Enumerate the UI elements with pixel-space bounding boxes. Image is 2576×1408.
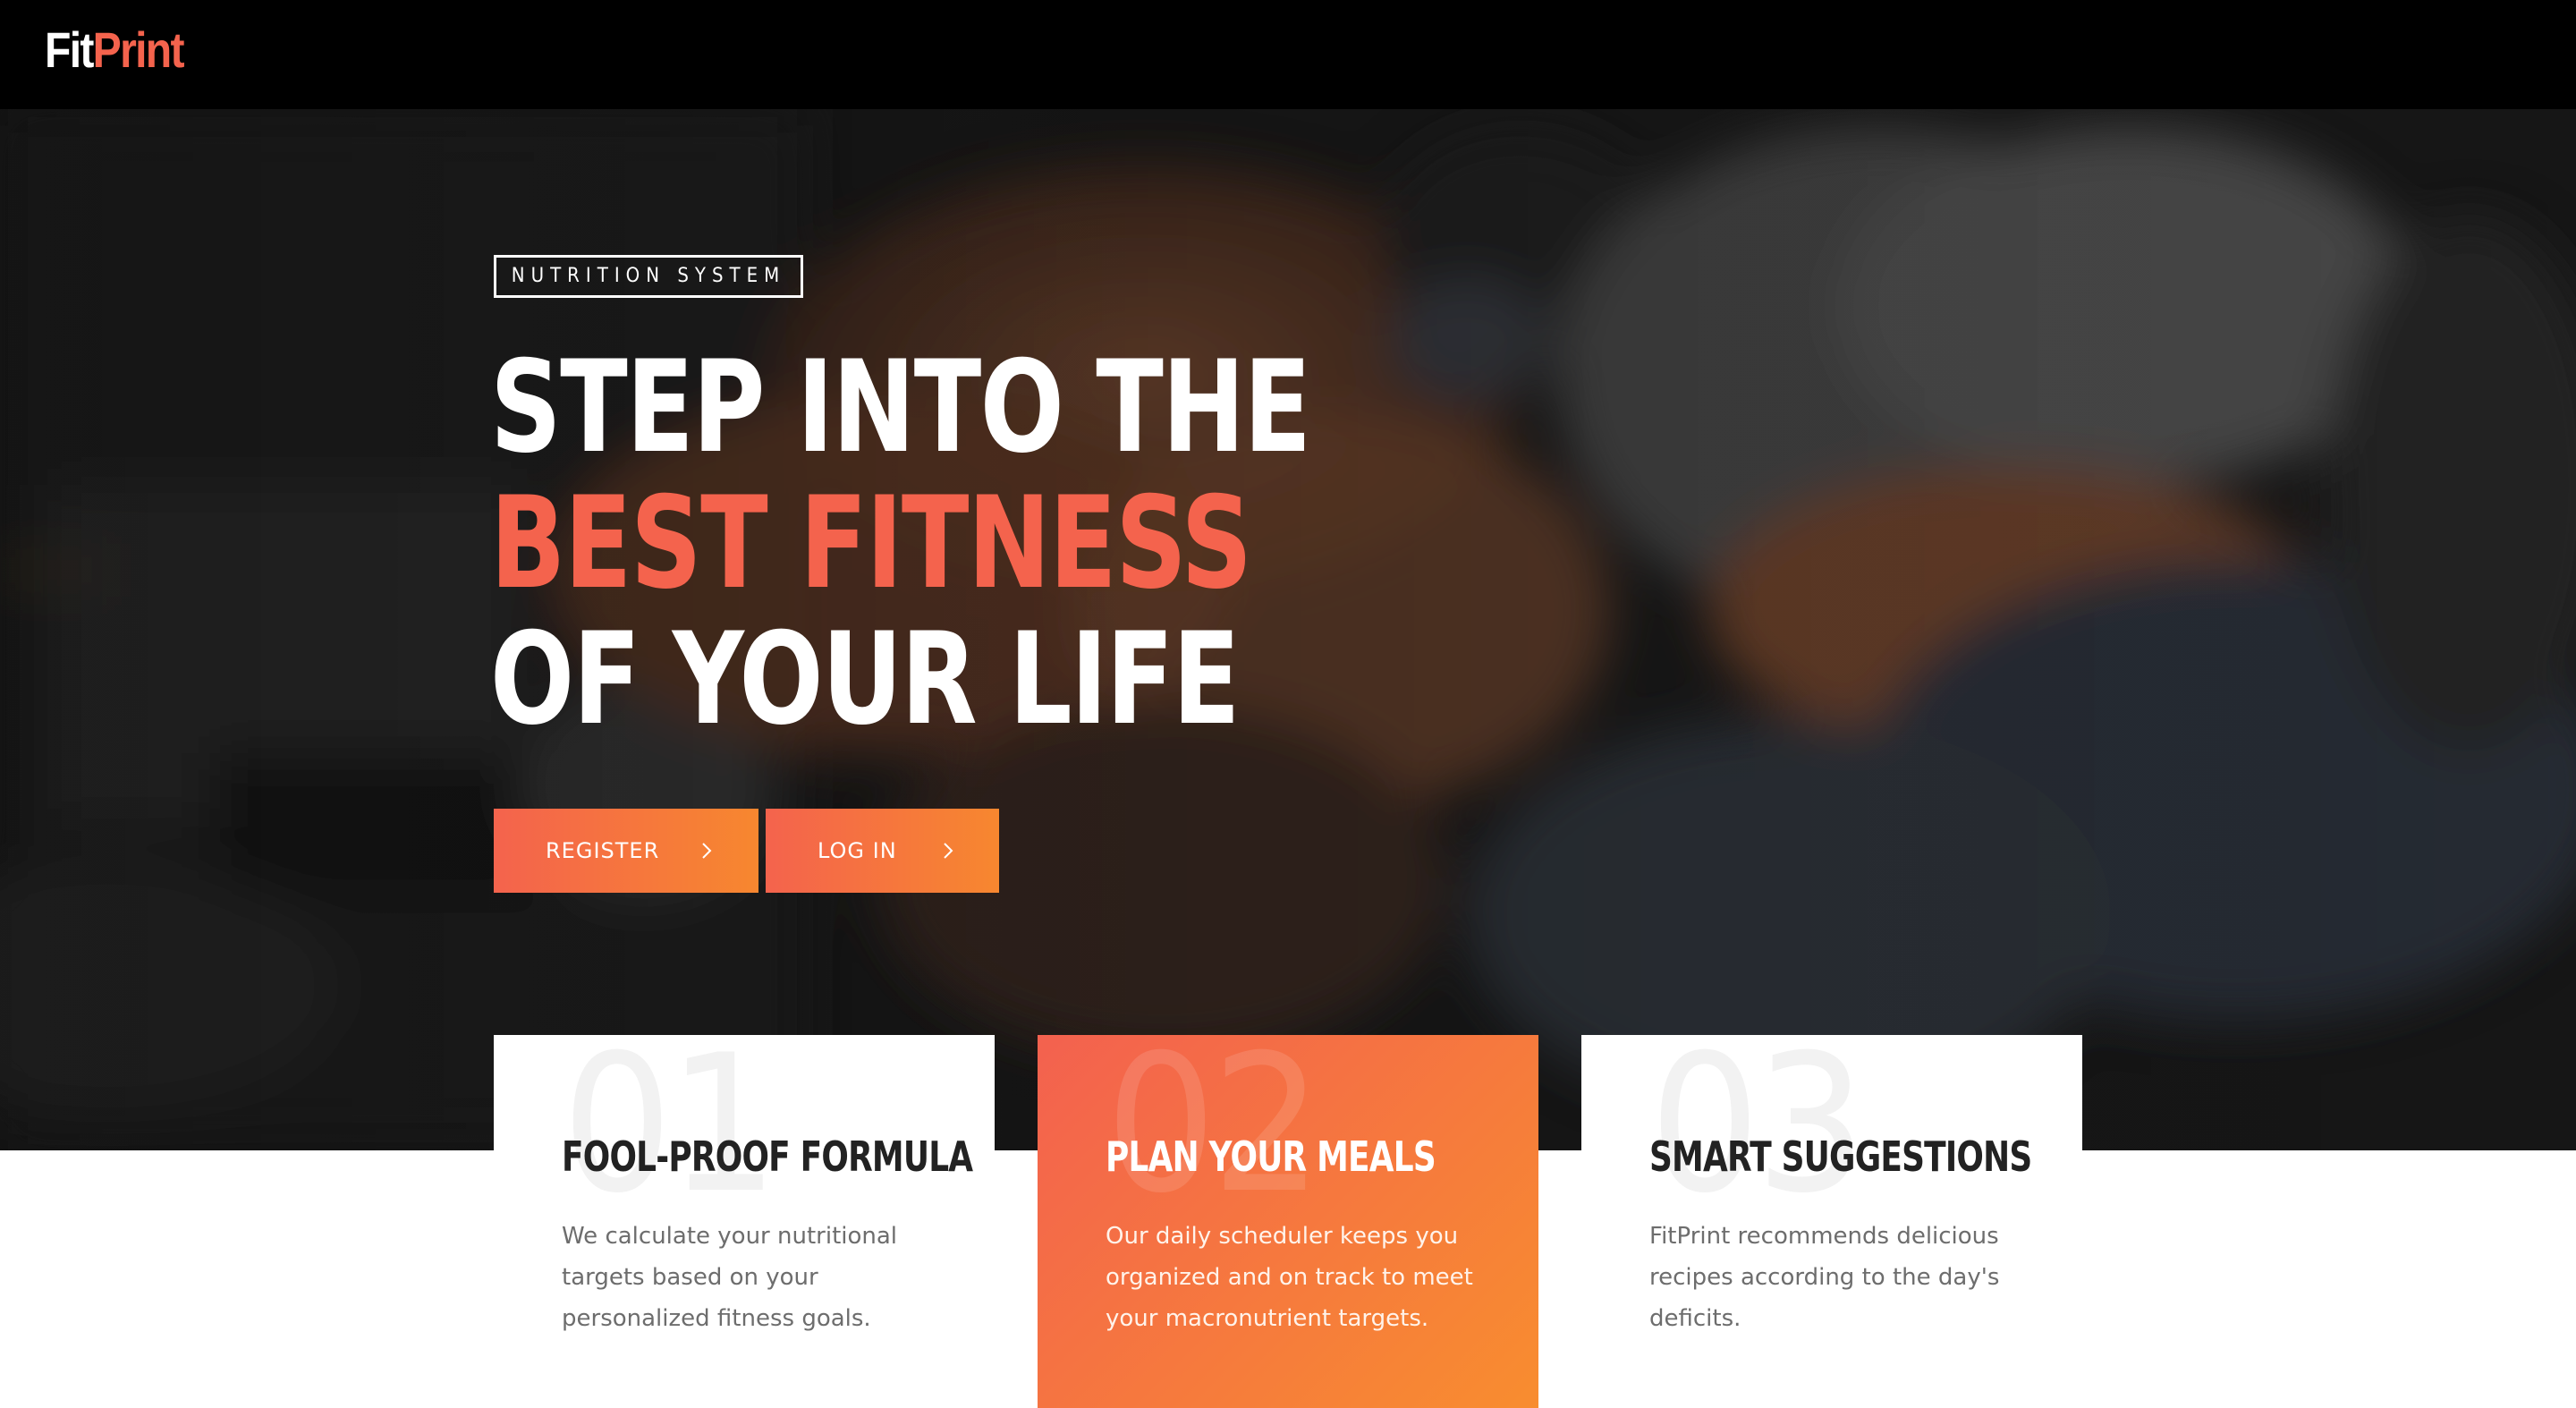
- register-button-label: REGISTER: [546, 838, 660, 863]
- chevron-right-icon: [702, 843, 712, 859]
- feature-title: SMART SUGGESTIONS: [1649, 1132, 2032, 1181]
- feature-card-meals: 02 PLAN YOUR MEALS Our daily scheduler k…: [1038, 1035, 1538, 1408]
- feature-description: Our daily scheduler keeps you organized …: [1106, 1223, 1473, 1332]
- login-button[interactable]: LOG IN: [766, 809, 999, 893]
- chevron-right-icon: [944, 843, 953, 859]
- headline-line-1: STEP INTO THE: [490, 334, 1311, 481]
- logo-print-text: Print: [92, 21, 185, 78]
- feature-card-suggestions: 03 SMART SUGGESTIONS FitPrint recommends…: [1581, 1035, 2082, 1408]
- headline-line-2: BEST FITNESS: [490, 470, 1252, 617]
- feature-number: 03: [1649, 1035, 1867, 1234]
- fitprint-logo[interactable]: FitPrint: [45, 21, 185, 79]
- top-navbar: FitPrint: [0, 0, 2576, 109]
- hero-headline: STEP INTO THE BEST FITNESS OF YOUR LIFE: [490, 334, 1311, 753]
- login-button-label: LOG IN: [818, 838, 897, 863]
- feature-title: PLAN YOUR MEALS: [1106, 1132, 1436, 1181]
- feature-description: We calculate your nutritional targets ba…: [562, 1223, 898, 1332]
- feature-card-formula: 01 FOOL-PROOF FORMULA We calculate your …: [494, 1035, 995, 1408]
- feature-number: 02: [1106, 1035, 1323, 1234]
- register-button[interactable]: REGISTER: [494, 809, 758, 893]
- feature-description: FitPrint recommends delicious recipes ac…: [1649, 1223, 2000, 1332]
- feature-number: 01: [562, 1035, 779, 1234]
- headline-line-3: OF YOUR LIFE: [490, 606, 1241, 753]
- nutrition-system-tag: NUTRITION SYSTEM: [494, 255, 803, 298]
- logo-fit-text: Fit: [45, 21, 94, 78]
- feature-title: FOOL-PROOF FORMULA: [562, 1132, 973, 1181]
